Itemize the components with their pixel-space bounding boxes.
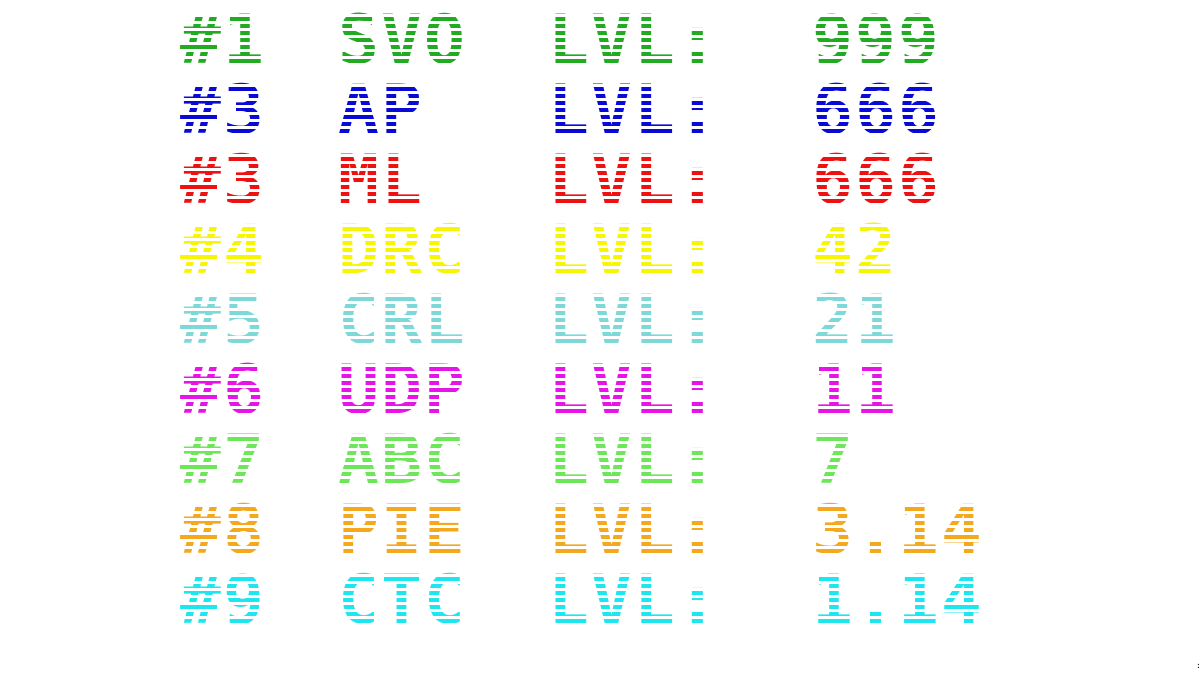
player-initials: SVO bbox=[338, 1, 467, 80]
score-row: #1 SVO LVL: 999 bbox=[0, 1, 1200, 80]
rank-label: #3 bbox=[180, 141, 266, 220]
rank-label: #6 bbox=[180, 351, 266, 430]
score-row: #7 ABC LVL: 7 bbox=[0, 421, 1200, 500]
player-initials: CTC bbox=[338, 561, 467, 640]
rank-label: #4 bbox=[180, 211, 266, 290]
level-value: 42 bbox=[812, 211, 898, 290]
rank-label: #8 bbox=[180, 491, 266, 570]
player-initials: CRL bbox=[338, 281, 467, 360]
rank-label: #7 bbox=[180, 421, 266, 500]
player-initials: PIE bbox=[338, 491, 467, 570]
player-initials: DRC bbox=[338, 211, 467, 290]
level-value: 666 bbox=[812, 71, 941, 150]
rank-label: #1 bbox=[180, 1, 266, 80]
level-value: 3.14 bbox=[812, 491, 984, 570]
score-row: #9 CTC LVL: 1.14 bbox=[0, 561, 1200, 640]
level-label: LVL: bbox=[548, 281, 720, 360]
player-initials: UDP bbox=[338, 351, 467, 430]
score-row: #8 PIE LVL: 3.14 bbox=[0, 491, 1200, 570]
player-initials: ML bbox=[338, 141, 424, 220]
rank-label: #9 bbox=[180, 561, 266, 640]
level-value: 1.14 bbox=[812, 561, 984, 640]
score-row: #3 AP LVL: 666 bbox=[0, 71, 1200, 150]
score-row: #5 CRL LVL: 21 bbox=[0, 281, 1200, 360]
level-label: LVL: bbox=[548, 211, 720, 290]
level-label: LVL: bbox=[548, 1, 720, 80]
level-label: LVL: bbox=[548, 141, 720, 220]
level-value: 666 bbox=[812, 141, 941, 220]
level-label: LVL: bbox=[548, 351, 720, 430]
level-label: LVL: bbox=[548, 421, 720, 500]
level-value: 21 bbox=[812, 281, 898, 360]
level-label: LVL: bbox=[548, 71, 720, 150]
player-initials: AP bbox=[338, 71, 424, 150]
level-value: 11 bbox=[812, 351, 898, 430]
level-label: LVL: bbox=[548, 561, 720, 640]
score-row: #6 UDP LVL: 11 bbox=[0, 351, 1200, 430]
level-value: 7 bbox=[812, 421, 855, 500]
player-initials: ABC bbox=[338, 421, 467, 500]
level-label: LVL: bbox=[548, 491, 720, 570]
level-value: 999 bbox=[812, 1, 941, 80]
score-row: #4 DRC LVL: 42 bbox=[0, 211, 1200, 290]
rank-label: #5 bbox=[180, 281, 266, 360]
score-row: #3 ML LVL: 666 bbox=[0, 141, 1200, 220]
high-score-screen: #1 SVO LVL: 999 #3 AP LVL: 666 #3 ML LVL: 666 #4 DRC L… bbox=[0, 0, 1200, 675]
rank-label: #3 bbox=[180, 71, 266, 150]
corner-mark: : bbox=[1196, 662, 1200, 670]
